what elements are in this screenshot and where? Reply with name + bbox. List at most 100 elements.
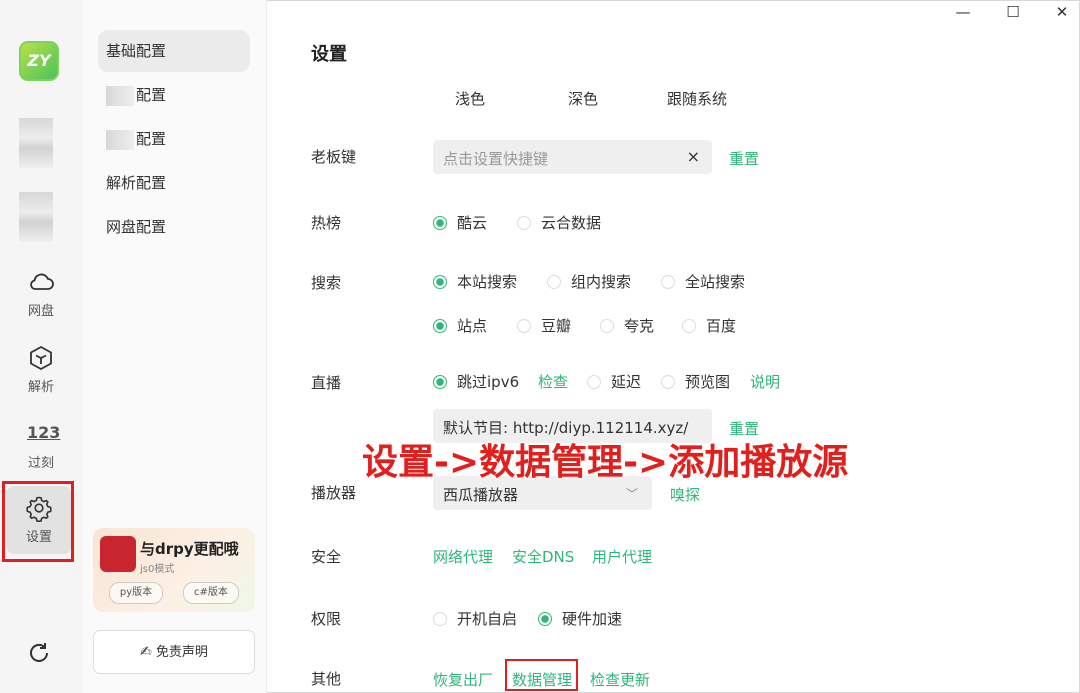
live-explain-link[interactable]: 说明 [750,371,780,392]
menu-item-netdisk[interactable]: 网盘配置 [98,206,250,248]
factory-reset-link[interactable]: 恢复出厂 [433,669,493,690]
promo-title: 与drpy更配哦 [140,540,239,558]
radio-label: 开机自启 [457,610,518,628]
rail-item-label: 过刻 [27,456,54,471]
radio-label: 延迟 [611,373,642,391]
settings-highlight-box [2,481,74,562]
radio-label: 硬件加速 [562,610,623,628]
secure-dns-link[interactable]: 安全DNS [512,546,574,567]
theme-dark-option[interactable]: 深色 [568,88,598,109]
radio-label: 预览图 [685,373,731,391]
radio-label: 本站搜索 [457,273,518,291]
menu-item-label: 基础配置 [106,42,167,60]
menu-item-label: 配置 [136,86,167,104]
hot-label: 热榜 [311,214,342,232]
radio-label: 豆瓣 [541,317,572,335]
radio-checked-icon [433,375,447,389]
search-scope-all[interactable]: 全站搜索 [661,271,745,292]
menu-item-label: 配置 [136,130,167,148]
rail-item-filter[interactable]: 123 过刻 [0,420,82,471]
live-skip-ipv6[interactable]: 跳过ipv6 [433,371,519,392]
live-delay[interactable]: 延迟 [587,371,641,392]
search-scope-group[interactable]: 组内搜索 [547,271,631,292]
check-update-link[interactable]: 检查更新 [590,669,650,690]
app-logo: ZY [19,41,59,81]
radio-label: 云合数据 [541,214,602,232]
radio-unchecked-icon [433,612,447,626]
hw-accel-option[interactable]: 硬件加速 [538,608,622,629]
radio-unchecked-icon [517,319,531,333]
search-src-baidu[interactable]: 百度 [682,315,736,336]
radio-label: 组内搜索 [571,273,632,291]
cloud-icon [30,273,54,290]
radio-unchecked-icon [517,216,531,230]
search-src-douban[interactable]: 豆瓣 [517,315,571,336]
boss-key-label: 老板键 [311,148,357,166]
promo-subtitle: js0模式 [140,564,175,575]
data-manage-highlight-box [505,659,578,691]
radio-checked-icon [433,216,447,230]
radio-label: 百度 [706,317,737,335]
blurred-text [106,85,134,106]
rail-item-label: 网盘 [27,304,54,319]
security-label: 安全 [311,548,342,566]
boss-key-input[interactable]: 点击设置快捷键 × [433,140,712,174]
other-label: 其他 [311,670,342,688]
menu-item-parse[interactable]: 解析配置 [98,162,250,204]
hot-option-yunhe[interactable]: 云合数据 [517,212,601,233]
search-label: 搜索 [311,274,342,292]
boss-key-placeholder: 点击设置快捷键 [443,150,549,168]
promo-card[interactable]: 与drpy更配哦 js0模式 py版本 c#版本 [93,528,255,612]
theme-light-option[interactable]: 浅色 [455,88,485,109]
blurred-icon [19,192,53,242]
close-button[interactable]: ✕ [1052,2,1072,22]
py-version-button[interactable]: py版本 [109,582,163,604]
network-proxy-link[interactable]: 网络代理 [433,546,493,567]
radio-unchecked-icon [547,275,561,289]
radio-unchecked-icon [661,275,675,289]
disclaimer-label: 免责声明 [155,645,208,660]
menu-item-label: 网盘配置 [106,218,167,236]
radio-checked-icon [433,275,447,289]
player-label: 播放器 [311,484,357,502]
refresh-icon[interactable] [26,640,52,666]
page-title: 设置 [311,44,347,65]
menu-item-blurred-2[interactable]: 配置 [98,118,250,160]
radio-unchecked-icon [600,319,614,333]
search-scope-site[interactable]: 本站搜索 [433,271,517,292]
theme-system-option[interactable]: 跟随系统 [667,88,727,109]
rail-item-parse[interactable]: 解析 [0,344,82,395]
live-check-link[interactable]: 检查 [538,371,568,392]
search-src-quark[interactable]: 夸克 [600,315,654,336]
radio-label: 全站搜索 [685,273,746,291]
live-label: 直播 [311,374,342,392]
menu-item-blurred-1[interactable]: 配置 [98,74,250,116]
hot-option-kuyun[interactable]: 酷云 [433,212,487,233]
rail-item-label: 解析 [27,380,54,395]
menu-item-label: 解析配置 [106,174,167,192]
csharp-version-button[interactable]: c#版本 [183,582,239,604]
minimize-button[interactable]: — [953,2,973,22]
disclaimer-button[interactable]: ✍ 免责声明 [93,630,255,674]
search-src-site[interactable]: 站点 [433,315,487,336]
clear-icon[interactable]: × [687,147,700,166]
pen-icon: ✍ [140,644,152,660]
blurred-text [106,129,134,150]
menu-item-basic[interactable]: 基础配置 [98,30,250,72]
live-preview[interactable]: 预览图 [661,371,730,392]
boss-key-reset-link[interactable]: 重置 [729,148,759,169]
chevron-down-icon: ﹀ [625,487,638,501]
rail-item-netdisk[interactable]: 网盘 [0,268,82,319]
radio-unchecked-icon [587,375,601,389]
blurred-icon [19,118,53,168]
radio-unchecked-icon [661,375,675,389]
promo-logo [100,536,136,572]
radio-checked-icon [538,612,552,626]
radio-label: 夸克 [624,317,655,335]
maximize-button[interactable]: ☐ [1003,2,1023,22]
autostart-option[interactable]: 开机自启 [433,608,517,629]
user-agent-link[interactable]: 用户代理 [592,546,652,567]
radio-checked-icon [433,319,447,333]
icon-rail: ZY 网盘 解析 123 过刻 设置 [0,0,82,693]
sniff-link[interactable]: 嗅探 [670,484,700,505]
